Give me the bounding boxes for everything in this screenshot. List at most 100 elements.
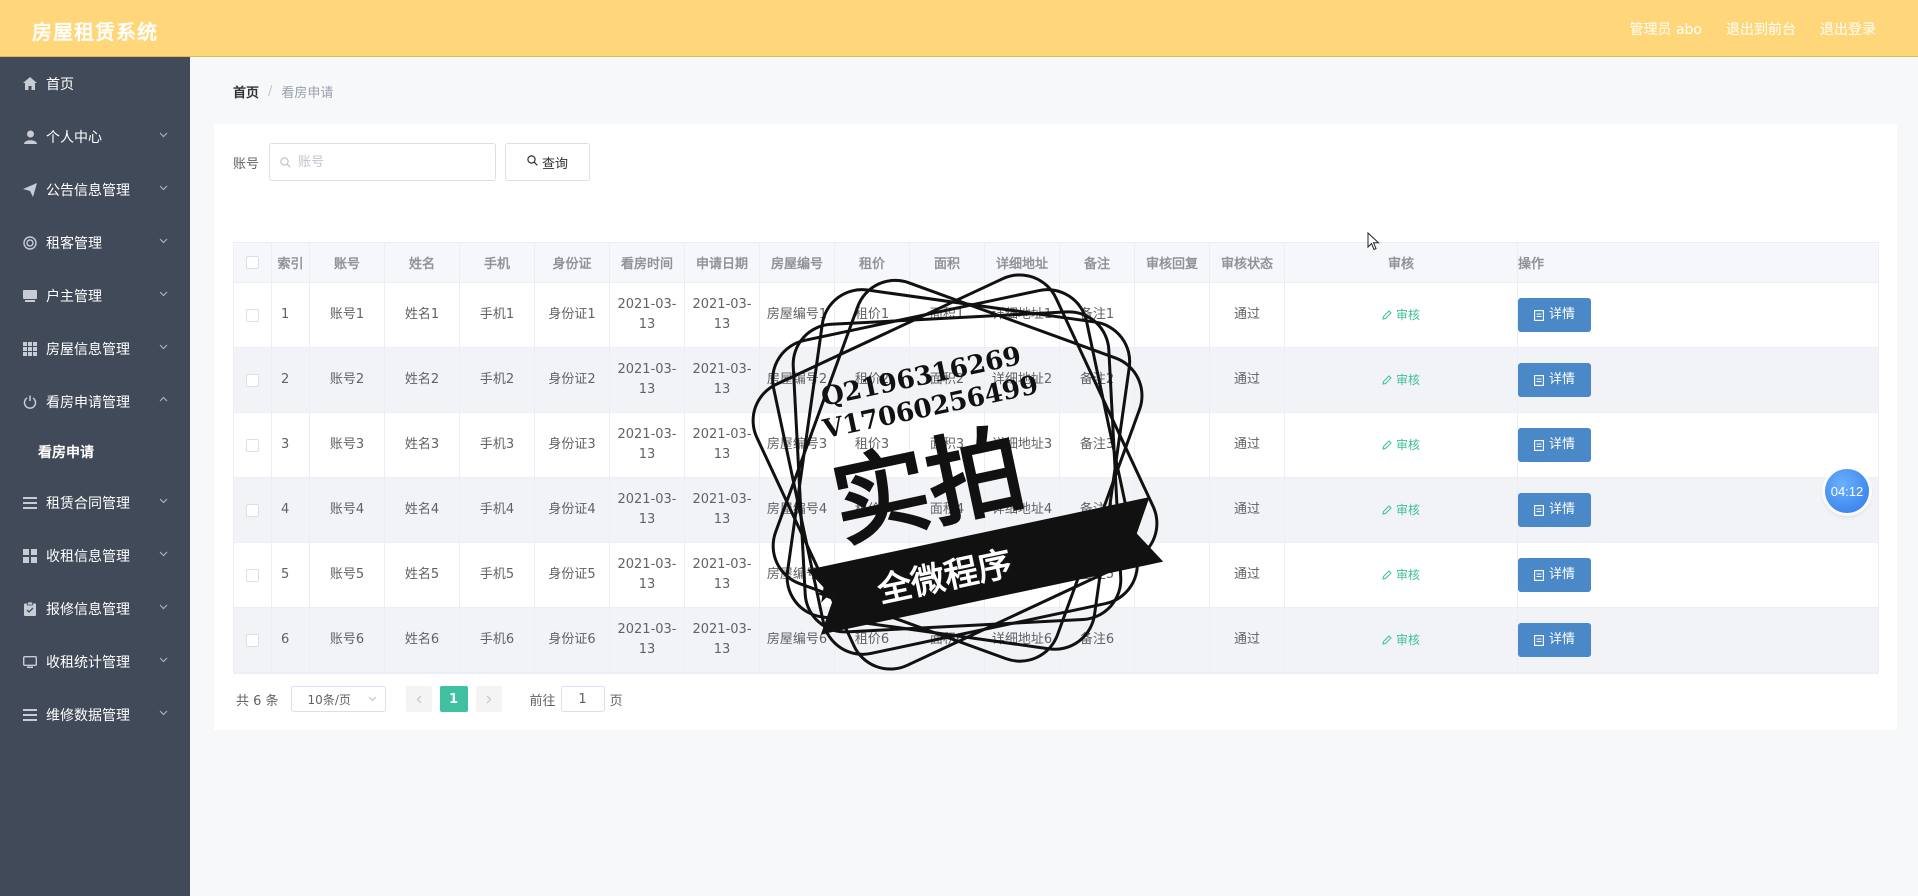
detail-button[interactable]: 详情 xyxy=(1518,428,1591,462)
cell-view-time: 2021-03-13 xyxy=(610,543,685,607)
sidebar-item-rent-statistics-management[interactable]: 收租统计管理 xyxy=(0,635,190,688)
cell-text: 详细地址2 xyxy=(991,372,1053,387)
cell-rent: 租价2 xyxy=(835,348,910,412)
goto-page-input[interactable] xyxy=(560,686,605,712)
sidebar-item-notice-management[interactable]: 公告信息管理 xyxy=(0,163,190,216)
cell-name: 姓名3 xyxy=(385,413,460,477)
power-icon xyxy=(22,394,38,410)
sidebar-item-label: 租客管理 xyxy=(46,235,102,252)
detail-button[interactable]: 详情 xyxy=(1518,363,1591,397)
cell-area: 面积2 xyxy=(910,348,985,412)
cell-reply xyxy=(1135,608,1210,672)
cell-text: 详细地址6 xyxy=(991,632,1053,647)
sidebar-item-rent-collection-management[interactable]: 收租信息管理 xyxy=(0,529,190,582)
exit-to-frontend-link[interactable]: 退出到前台 xyxy=(1726,19,1796,39)
cell-text: 2021-03-13 xyxy=(617,557,677,592)
audit-link[interactable]: 审核 xyxy=(1382,370,1420,390)
row-checkbox[interactable] xyxy=(246,373,259,387)
query-button[interactable]: 查询 xyxy=(505,143,591,181)
audit-link[interactable]: 审核 xyxy=(1382,565,1420,585)
cell-area: 面积3 xyxy=(910,413,985,477)
sidebar-item-home[interactable]: 首页 xyxy=(0,57,190,110)
sidebar-item-lease-contract-management[interactable]: 租赁合同管理 xyxy=(0,476,190,529)
column-header: 房屋编号 xyxy=(760,243,835,282)
cell-rent: 租价5 xyxy=(835,543,910,607)
row-checkbox[interactable] xyxy=(246,633,259,647)
cell-id-card: 身份证3 xyxy=(535,413,610,477)
audit-link[interactable]: 审核 xyxy=(1382,630,1420,650)
cell-text: 通过 xyxy=(1233,372,1260,387)
sidebar-item-maintenance-data-management[interactable]: 维修数据管理 xyxy=(0,688,190,741)
page-size-select[interactable]: 10条/页 xyxy=(290,686,386,712)
goto-prefix: 前往 xyxy=(529,693,556,709)
detail-button[interactable]: 详情 xyxy=(1518,298,1591,332)
page-number-current[interactable]: 1 xyxy=(439,686,468,712)
row-checkbox[interactable] xyxy=(246,503,259,517)
detail-button[interactable]: 详情 xyxy=(1518,493,1591,527)
audit-link[interactable]: 审核 xyxy=(1382,500,1420,520)
chevron-up-icon xyxy=(159,395,168,404)
main-panel: 账号 查询 索引账号姓名手机身份证看房时间申请日期房屋编号租价面积详细地址备注审… xyxy=(214,124,1897,730)
audit-link[interactable]: 审核 xyxy=(1382,305,1420,325)
cell-id-card: 身份证6 xyxy=(535,608,610,672)
sidebar-item-label: 看房申请管理 xyxy=(46,394,130,411)
audit-link-label: 审核 xyxy=(1395,633,1420,647)
cell-text: 2021-03-13 xyxy=(617,622,677,657)
cell-text: 房屋编号2 xyxy=(766,372,828,387)
cell-name: 姓名6 xyxy=(385,608,460,672)
sidebar-item-label: 收租信息管理 xyxy=(46,548,130,565)
breadcrumb-home[interactable]: 首页 xyxy=(233,82,259,101)
row-checkbox[interactable] xyxy=(246,438,259,452)
cell-text: 备注4 xyxy=(1079,502,1115,517)
column-header: 面积 xyxy=(910,243,985,282)
cell-text: 姓名4 xyxy=(404,502,440,517)
search-input[interactable] xyxy=(270,144,496,180)
audit-link[interactable]: 审核 xyxy=(1382,435,1420,455)
cell-action: 详情 xyxy=(1518,608,1591,672)
sidebar-subitem-viewing-application[interactable]: 看房申请 xyxy=(0,428,190,476)
cell-text: 2021-03-13 xyxy=(692,492,752,527)
sidebar-item-owner-management[interactable]: 户主管理 xyxy=(0,269,190,322)
top-header: 房屋租赁系统 管理员 abo 退出到前台 退出登录 xyxy=(0,0,1918,57)
detail-button[interactable]: 详情 xyxy=(1518,623,1591,657)
cell-text: 租价4 xyxy=(854,502,890,517)
cell-id-card: 身份证4 xyxy=(535,478,610,542)
floating-timer[interactable]: 04:12 xyxy=(1825,469,1869,513)
admin-user-link[interactable]: 管理员 abo xyxy=(1630,19,1702,39)
sidebar-item-house-info-management[interactable]: 房屋信息管理 xyxy=(0,322,190,375)
cell-text: 备注6 xyxy=(1079,632,1115,647)
chevron-down-icon xyxy=(159,496,168,505)
cell-view-time: 2021-03-13 xyxy=(610,608,685,672)
row-checkbox[interactable] xyxy=(246,308,259,322)
cell-text: 通过 xyxy=(1233,502,1260,517)
chevron-left-icon xyxy=(416,695,421,703)
sidebar-item-repair-info-management[interactable]: 报修信息管理 xyxy=(0,582,190,635)
select-all-checkbox[interactable] xyxy=(246,256,259,269)
cell-text: 姓名3 xyxy=(404,437,440,452)
cell-action: 详情 xyxy=(1518,478,1591,542)
monitor-icon xyxy=(22,654,38,670)
prev-page-button[interactable] xyxy=(405,686,432,712)
sidebar-item-label: 公告信息管理 xyxy=(46,182,130,199)
cell-phone: 手机4 xyxy=(460,478,535,542)
document-icon xyxy=(1534,634,1544,646)
table-body: 1 账号1 姓名1 手机1 身份证1 2021-03-13 2021-03-13 房屋编号1 租… xyxy=(234,283,1878,673)
cell-text: 2021-03-13 xyxy=(692,557,752,592)
cell-action: 详情 xyxy=(1518,413,1591,477)
next-page-button[interactable] xyxy=(475,686,502,712)
cell-text: 2021-03-13 xyxy=(617,427,677,462)
logout-link[interactable]: 退出登录 xyxy=(1820,19,1876,39)
cell-rent: 租价4 xyxy=(835,478,910,542)
sidebar-item-viewing-application-management[interactable]: 看房申请管理 xyxy=(0,375,190,428)
mouse-cursor-icon xyxy=(1367,231,1380,255)
detail-button[interactable]: 详情 xyxy=(1518,558,1591,592)
cell-reply xyxy=(1135,348,1210,412)
sidebar-item-tenant-management[interactable]: 租客管理 xyxy=(0,216,190,269)
row-checkbox[interactable] xyxy=(246,568,259,582)
cell-text: 手机2 xyxy=(479,372,515,387)
sidebar-item-personal-center[interactable]: 个人中心 xyxy=(0,110,190,163)
document-icon xyxy=(1534,569,1544,581)
select-all-cell xyxy=(234,243,272,282)
cell-apply-date: 2021-03-13 xyxy=(685,543,760,607)
cell-apply-date: 2021-03-13 xyxy=(685,478,760,542)
